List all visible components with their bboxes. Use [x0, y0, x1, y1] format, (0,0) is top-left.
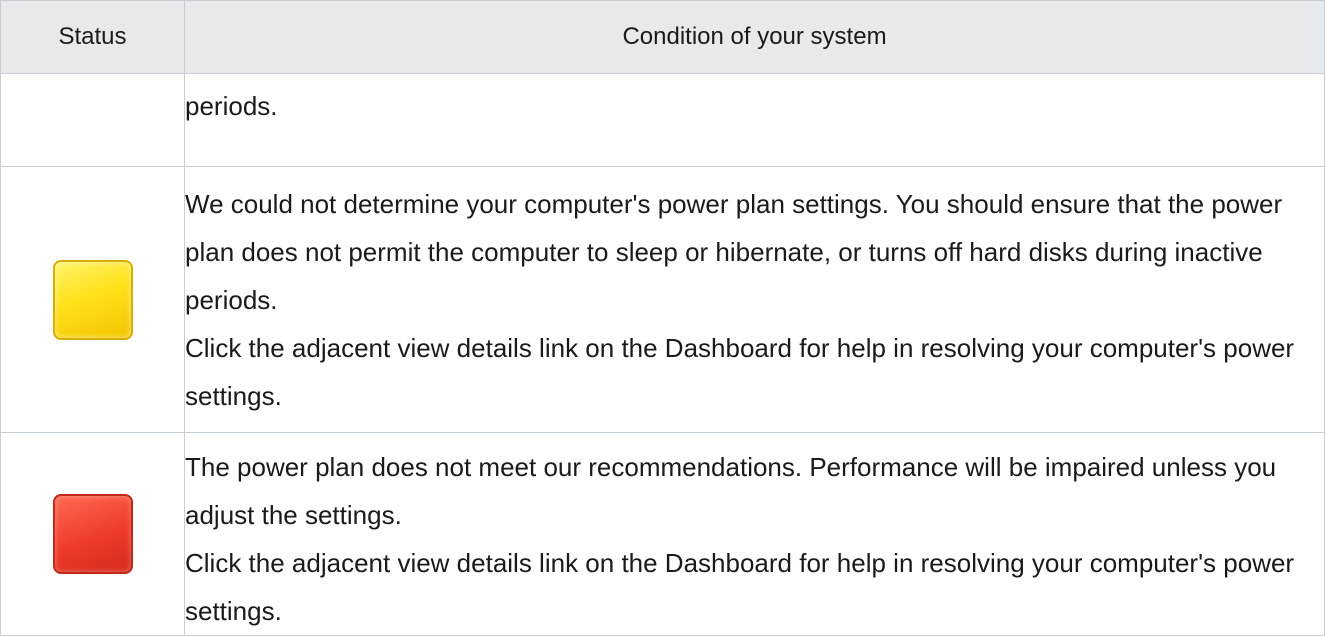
- condition-text: We could not determine your computer's p…: [185, 188, 1283, 315]
- table-row: We could not determine your computer's p…: [0, 166, 1325, 433]
- condition-column-header: Condition of your system: [184, 0, 1325, 74]
- power-status-table: Status Condition of your system periods.…: [0, 0, 1325, 636]
- condition-cell: The power plan does not meet our recomme…: [184, 432, 1325, 636]
- condition-help-text: Click the adjacent view details link on …: [185, 548, 1295, 626]
- condition-text: periods.: [185, 91, 278, 121]
- red-status-icon: [52, 494, 133, 574]
- condition-cell: periods.: [184, 73, 1325, 167]
- condition-help-text: Click the adjacent view details link on …: [185, 332, 1295, 411]
- status-cell: [0, 166, 185, 433]
- status-cell-empty: [0, 73, 185, 167]
- condition-text: The power plan does not meet our recomme…: [185, 452, 1277, 530]
- table-row: The power plan does not meet our recomme…: [0, 432, 1325, 636]
- table-header-row: Status Condition of your system: [0, 0, 1325, 74]
- status-column-header: Status: [0, 0, 185, 74]
- status-cell: [0, 432, 185, 636]
- table-row: periods.: [0, 73, 1325, 167]
- yellow-status-icon: [52, 259, 133, 340]
- condition-cell: We could not determine your computer's p…: [184, 166, 1325, 433]
